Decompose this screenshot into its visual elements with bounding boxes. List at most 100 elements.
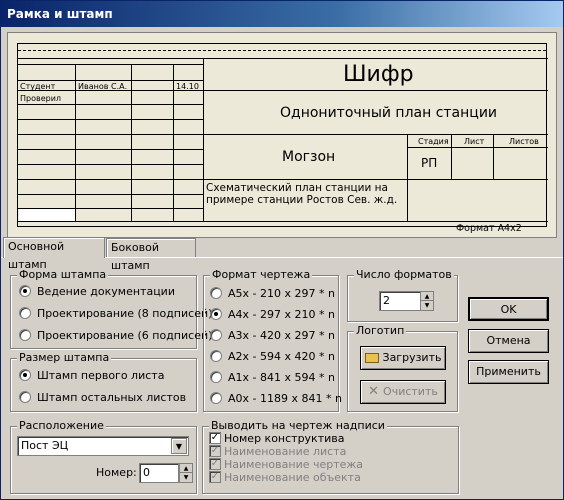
radio-label: Ведение документации xyxy=(37,285,175,298)
logo-load-button[interactable]: Загрузить xyxy=(360,346,446,370)
stamp-line xyxy=(493,134,494,179)
logo-clear-button[interactable]: ✕ Очистить xyxy=(360,380,446,404)
logo-clear-label: Очистить xyxy=(383,385,438,398)
stamp-line xyxy=(18,119,203,120)
format-count-spinner[interactable]: ▲ ▼ xyxy=(420,291,434,311)
stamp-stage-value: РП xyxy=(421,156,438,170)
format-count-input[interactable]: 2 xyxy=(379,291,421,311)
output-group: Выводить на чертеж надписи ✓ Номер констр… xyxy=(202,419,459,494)
apply-button[interactable]: Применить xyxy=(468,360,549,384)
logo-title: Логотип xyxy=(354,324,407,338)
checkbox-label: Наименование чертежа xyxy=(224,458,364,471)
checkbox-drawing-name[interactable]: ✓ Наименование чертежа xyxy=(209,458,363,471)
check-icon: ✓ xyxy=(209,445,221,457)
stamp-preview: Студент Иванов С.А. 14.10 Проверил Шифр … xyxy=(7,32,557,238)
stamp-organization: Могзон xyxy=(282,149,336,165)
stamp-role-2: Проверил xyxy=(20,94,62,103)
stamp-line xyxy=(173,64,174,221)
checkbox-label: Наименование листа xyxy=(224,445,347,458)
check-icon: ✓ xyxy=(209,432,221,444)
checkbox-object-name[interactable]: ✓ Наименование объекта xyxy=(209,471,361,484)
tab-main-stamp[interactable]: Основной штамп xyxy=(3,237,105,271)
spin-down-icon[interactable]: ▼ xyxy=(180,473,192,482)
radio-format-a1[interactable]: А1х - 841 х 594 * n xyxy=(210,370,335,386)
chevron-down-icon[interactable]: ▼ xyxy=(171,438,187,454)
radio-label: А0х - 1189 х 841 * n xyxy=(228,392,342,405)
spin-up-icon[interactable]: ▲ xyxy=(421,292,433,301)
number-input[interactable]: 0 xyxy=(139,463,179,483)
stamp-line xyxy=(131,64,132,221)
stamp-format-label: Формат А4х2 xyxy=(456,223,522,234)
stamp-line xyxy=(203,90,548,91)
spin-down-icon[interactable]: ▼ xyxy=(421,301,433,310)
number-label: Номер: xyxy=(96,466,137,479)
radio-dot xyxy=(210,392,222,404)
radio-dot xyxy=(19,307,31,319)
stamp-drawing-name: Схематический план станции на примере ст… xyxy=(206,182,398,206)
logo-group: Логотип Загрузить ✕ Очистить xyxy=(347,324,458,412)
radio-design-6[interactable]: Проектирование (6 подписей) xyxy=(19,328,212,344)
stamp-line xyxy=(18,194,203,195)
checkbox-sheet-name[interactable]: ✓ Наименование листа xyxy=(209,445,346,458)
tab-panel: Форма штампа Ведение документации Проект… xyxy=(1,257,563,499)
format-count-title: Число форматов xyxy=(354,268,454,282)
stamp-col-stage: Стадия xyxy=(418,137,449,146)
radio-dot xyxy=(19,285,31,297)
tab-side-stamp[interactable]: Боковой штамп xyxy=(106,238,196,272)
clear-x-icon: ✕ xyxy=(368,384,380,399)
location-select[interactable]: Пост ЭЦ ▼ xyxy=(17,436,189,456)
radio-label: Штамп остальных листов xyxy=(37,391,187,404)
radio-format-a2[interactable]: А2х - 594 х 420 * n xyxy=(210,349,335,365)
ok-button[interactable]: OK xyxy=(468,297,549,321)
radio-doc-management[interactable]: Ведение документации xyxy=(19,284,175,300)
stamp-line xyxy=(18,58,548,59)
location-title: Расположение xyxy=(17,419,106,433)
radio-first-sheet[interactable]: Штамп первого листа xyxy=(19,368,164,384)
radio-label: Проектирование (8 подписей) xyxy=(37,307,213,320)
stamp-title: Однониточный план станции xyxy=(280,105,498,121)
stamp-line xyxy=(203,58,204,221)
stamp-line xyxy=(407,147,548,148)
stamp-white-cell xyxy=(19,209,75,221)
output-title: Выводить на чертеж надписи xyxy=(209,419,387,433)
radio-dot xyxy=(210,329,222,341)
radio-format-a4[interactable]: А4х - 297 х 210 * n xyxy=(210,307,335,323)
radio-dot xyxy=(210,287,222,299)
radio-label: А5х - 210 х 297 * n xyxy=(228,287,335,300)
radio-dot xyxy=(210,371,222,383)
spin-up-icon[interactable]: ▲ xyxy=(180,464,192,473)
folder-open-icon xyxy=(364,353,379,363)
radio-other-sheets[interactable]: Штамп остальных листов xyxy=(19,390,186,406)
stamp-line xyxy=(451,134,452,179)
radio-label: А3х - 420 х 297 * n xyxy=(228,329,335,342)
tab-bar: Основной штамп Боковой штамп xyxy=(1,237,563,272)
radio-design-8[interactable]: Проектирование (8 подписей) xyxy=(19,306,212,322)
check-icon: ✓ xyxy=(209,471,221,483)
checkbox-label: Номер конструктива xyxy=(224,432,345,445)
radio-label: А1х - 841 х 594 * n xyxy=(228,371,335,384)
radio-dot xyxy=(19,369,31,381)
radio-label: Проектирование (6 подписей) xyxy=(37,329,213,342)
stamp-line xyxy=(75,64,76,221)
stamp-code-label: Шифр xyxy=(343,62,414,87)
radio-format-a5[interactable]: А5х - 210 х 297 * n xyxy=(210,286,335,302)
checkbox-construct-number[interactable]: ✓ Номер конструктива xyxy=(209,432,344,445)
radio-format-a0[interactable]: А0х - 1189 х 841 * n xyxy=(210,391,342,407)
window-title: Рамка и штамп xyxy=(1,1,563,27)
stamp-col-sheets: Листов xyxy=(509,137,539,146)
radio-format-a3[interactable]: А3х - 420 х 297 * n xyxy=(210,328,335,344)
check-icon: ✓ xyxy=(209,458,221,470)
stamp-size-group: Размер штампа Штамп первого листа Штамп … xyxy=(10,351,197,412)
radio-dot xyxy=(210,308,222,320)
radio-label: А4х - 297 х 210 * n xyxy=(228,308,335,321)
stamp-line xyxy=(18,64,203,65)
stamp-date-1: 14.10 xyxy=(176,82,199,91)
stamp-line xyxy=(407,134,408,221)
stamp-line xyxy=(18,104,203,105)
location-group: Расположение Пост ЭЦ ▼ Номер: 0 ▲ ▼ xyxy=(10,419,197,494)
stamp-dialog: Рамка и штамп Студент Иванов С.А. 14.10 … xyxy=(0,0,564,500)
number-spinner[interactable]: ▲ ▼ xyxy=(179,463,193,483)
cancel-button[interactable]: Отмена xyxy=(468,329,549,353)
logo-load-label: Загрузить xyxy=(382,351,442,364)
stamp-frame: Студент Иванов С.А. 14.10 Проверил Шифр … xyxy=(17,43,548,234)
